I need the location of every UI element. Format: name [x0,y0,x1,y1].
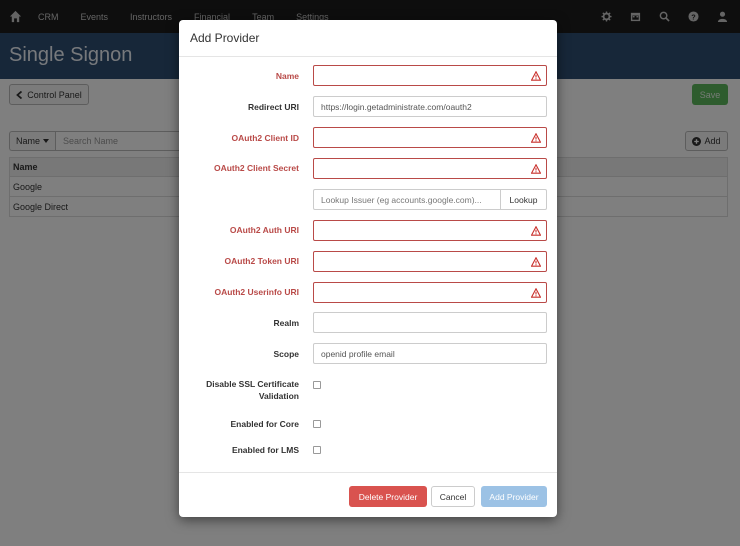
disable-ssl-label-line2: Validation [258,391,299,401]
add-provider-button[interactable]: Add Provider [481,486,547,507]
modal-header: Add Provider [179,20,557,57]
warning-icon [531,133,541,143]
issuer-lookup-input[interactable]: Lookup Issuer (eg accounts.google.com)..… [313,189,501,210]
redirect-uri-label: Redirect URI [247,102,299,112]
enabled-core-label: Enabled for Core [230,419,299,429]
add-provider-modal: Add Provider Name Redirect URI https://l… [179,20,557,517]
warning-icon [531,164,541,174]
name-field[interactable] [313,65,547,86]
token-uri-field[interactable] [313,251,547,272]
enabled-lms-label: Enabled for LMS [231,445,299,455]
userinfo-uri-label: OAuth2 Userinfo URI [214,287,299,297]
disable-ssl-label: Disable SSL Certificate Validation [189,378,299,402]
name-label: Name [275,71,299,81]
client-secret-label: OAuth2 Client Secret [213,163,299,173]
scope-label: Scope [273,349,299,359]
warning-icon [531,288,541,298]
realm-label: Realm [273,318,299,328]
lookup-button[interactable]: Lookup [501,189,547,210]
warning-icon [531,226,541,236]
client-id-field[interactable] [313,127,547,148]
redirect-uri-field[interactable]: https://login.getadministrate.com/oauth2 [313,96,547,117]
issuer-lookup-group: Lookup Issuer (eg accounts.google.com)..… [313,189,547,210]
disable-ssl-checkbox[interactable] [313,381,321,389]
userinfo-uri-field[interactable] [313,282,547,303]
enabled-core-checkbox[interactable] [313,420,321,428]
realm-field[interactable] [313,312,547,333]
auth-uri-label: OAuth2 Auth URI [229,225,299,235]
enabled-lms-checkbox[interactable] [313,446,321,454]
auth-uri-field[interactable] [313,220,547,241]
disable-ssl-label-line1: Disable SSL Certificate [206,379,299,389]
warning-icon [531,257,541,267]
modal-title: Add Provider [190,31,260,45]
token-uri-label: OAuth2 Token URI [224,256,299,266]
client-secret-field[interactable] [313,158,547,179]
delete-provider-button[interactable]: Delete Provider [349,486,427,507]
cancel-button[interactable]: Cancel [431,486,475,507]
client-id-label: OAuth2 Client ID [231,133,299,143]
warning-icon [531,71,541,81]
modal-footer: Delete Provider Cancel Add Provider [179,472,557,517]
scope-field[interactable]: openid profile email [313,343,547,364]
